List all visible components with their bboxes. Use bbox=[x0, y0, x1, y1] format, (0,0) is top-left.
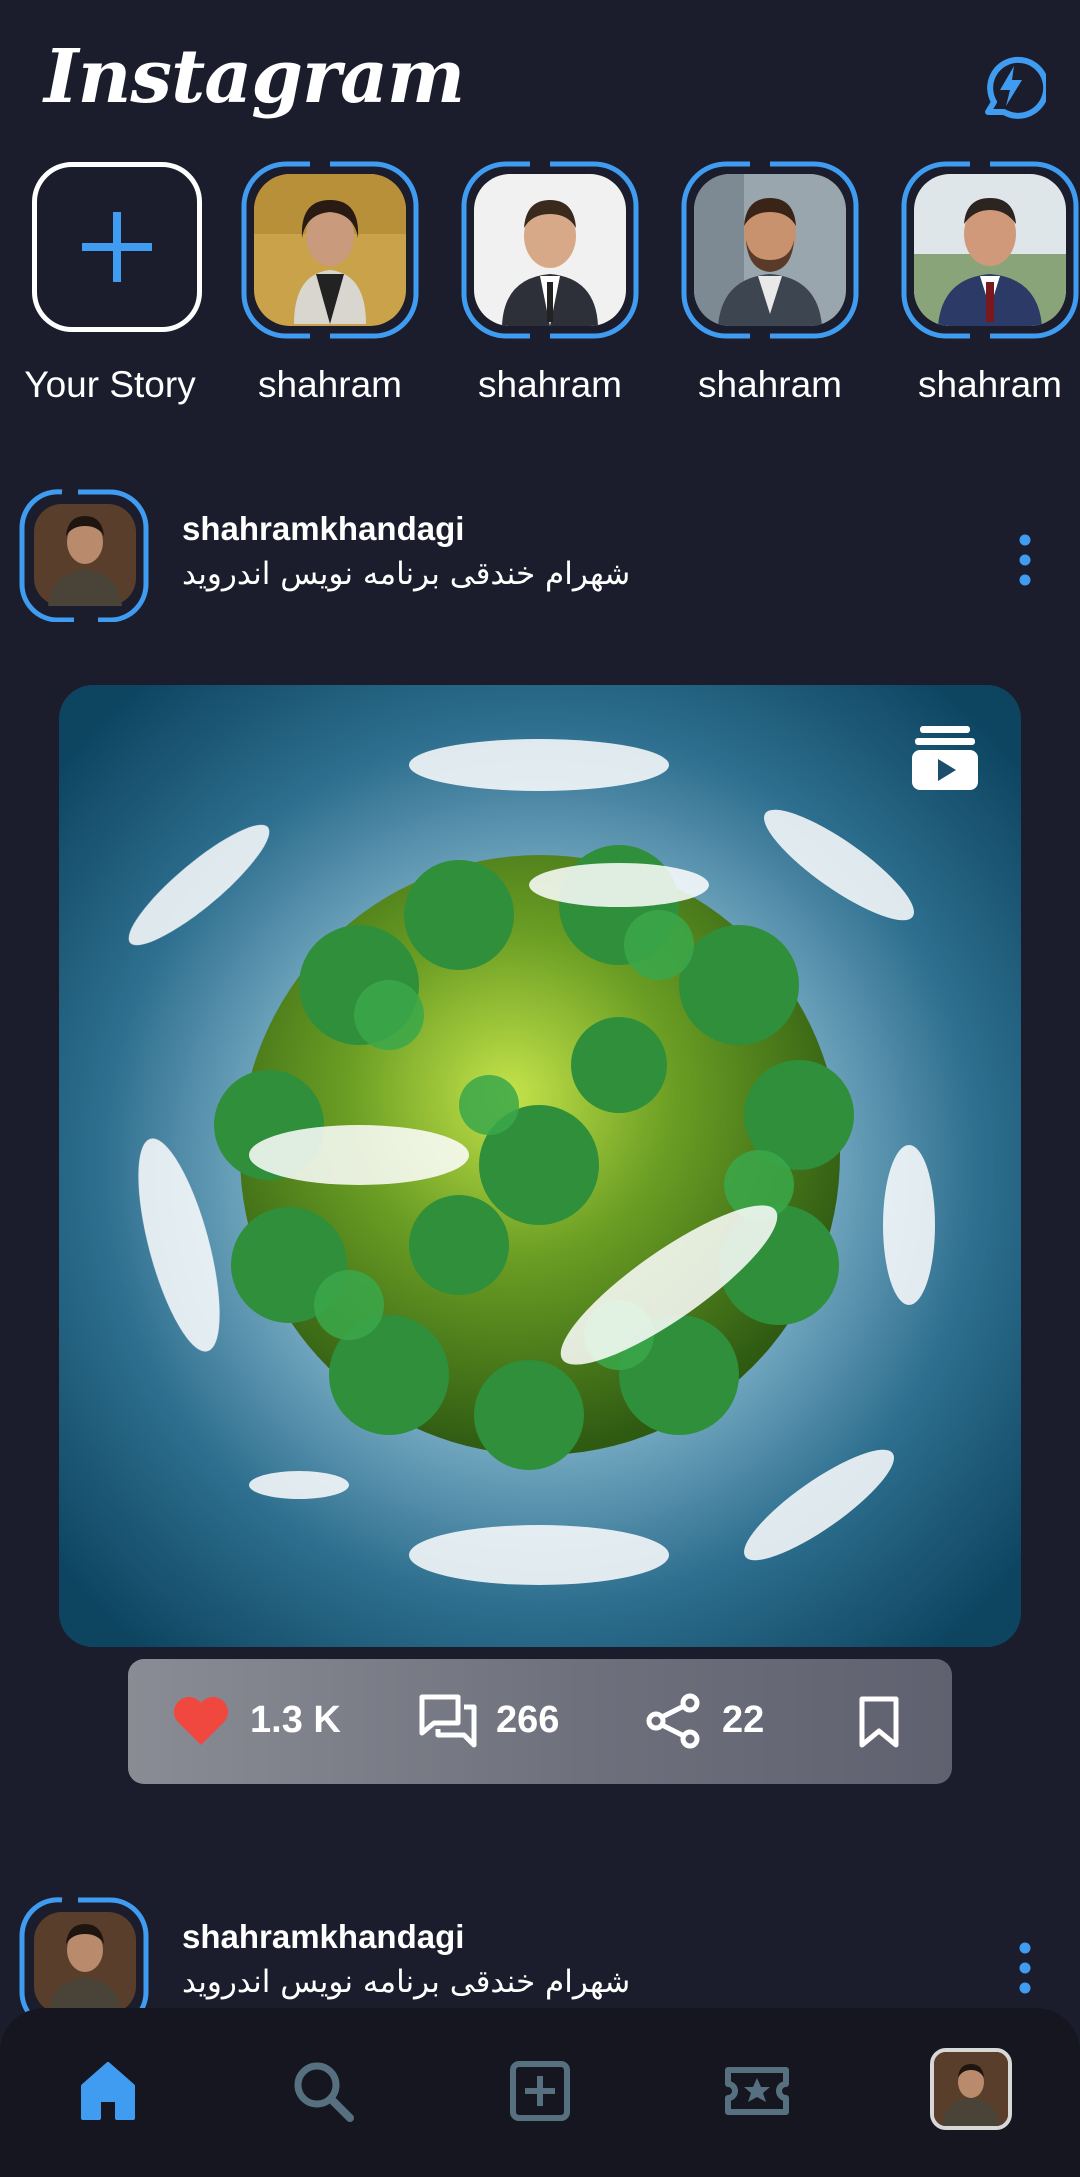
add-post-icon[interactable] bbox=[505, 2056, 575, 2126]
story-name: shahram bbox=[918, 364, 1062, 405]
profile-avatar[interactable] bbox=[930, 2048, 1012, 2130]
comments-count: 266 bbox=[496, 1699, 560, 1741]
stories-row: Your Story shahram shahram shahram shahr… bbox=[0, 160, 1080, 420]
story-avatar bbox=[914, 174, 1066, 326]
story-avatar bbox=[694, 174, 846, 326]
post-avatar[interactable] bbox=[18, 488, 152, 623]
post-username[interactable]: shahramkhandagi bbox=[182, 1918, 464, 1956]
story-your-story[interactable]: Your Story bbox=[10, 160, 210, 410]
more-options-icon[interactable] bbox=[1012, 530, 1038, 590]
story-item[interactable]: shahram bbox=[670, 160, 870, 410]
story-name: Your Story bbox=[24, 364, 196, 405]
shares-count: 22 bbox=[722, 1699, 765, 1741]
post-bio: شهرام خندقی برنامه نویس اندروید bbox=[182, 556, 631, 592]
home-icon[interactable] bbox=[73, 2056, 143, 2126]
comment-icon[interactable] bbox=[418, 1693, 478, 1749]
post-header: shahramkhandagi شهرام خندقی برنامه نویس … bbox=[0, 488, 1080, 628]
heart-icon[interactable] bbox=[172, 1695, 230, 1747]
app-title: Instagram bbox=[44, 34, 465, 120]
reels-icon[interactable] bbox=[722, 2056, 792, 2126]
add-story-button[interactable] bbox=[32, 162, 202, 332]
reel-icon bbox=[912, 726, 978, 790]
story-item[interactable]: shahram bbox=[890, 160, 1080, 410]
share-icon[interactable] bbox=[646, 1693, 702, 1749]
post-actions-bar: 1.3 K 266 22 bbox=[128, 1659, 952, 1784]
more-options-icon[interactable] bbox=[1012, 1938, 1038, 1998]
story-name: shahram bbox=[478, 364, 622, 405]
plus-icon bbox=[82, 212, 152, 282]
story-item[interactable]: shahram bbox=[230, 160, 430, 410]
story-item[interactable]: shahram bbox=[450, 160, 650, 410]
story-name: shahram bbox=[698, 364, 842, 405]
bolt-icon[interactable] bbox=[974, 50, 1050, 122]
bookmark-icon[interactable] bbox=[858, 1695, 900, 1749]
story-name: shahram bbox=[258, 364, 402, 405]
likes-count: 1.3 K bbox=[250, 1699, 341, 1741]
post-username[interactable]: shahramkhandagi bbox=[182, 510, 464, 548]
story-avatar bbox=[254, 174, 406, 326]
post-bio: شهرام خندقی برنامه نویس اندروید bbox=[182, 1964, 631, 2000]
app-header: Instagram bbox=[0, 0, 1080, 150]
story-avatar bbox=[474, 174, 626, 326]
search-icon[interactable] bbox=[288, 2056, 358, 2126]
bottom-navigation bbox=[0, 2008, 1080, 2177]
post-image[interactable] bbox=[59, 685, 1021, 1647]
